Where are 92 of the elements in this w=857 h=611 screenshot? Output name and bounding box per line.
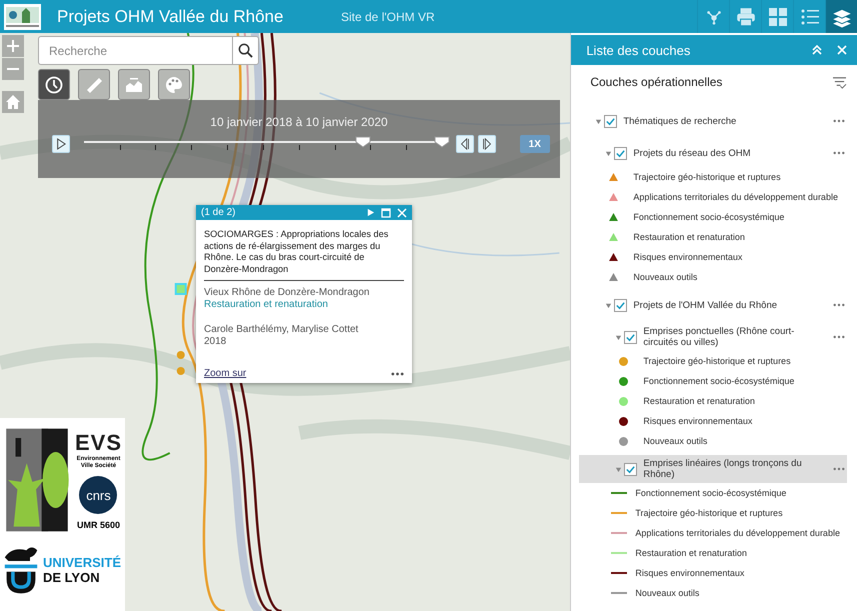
app-logo-icon	[4, 4, 41, 30]
layer-checkbox[interactable]	[624, 330, 638, 344]
profile-tool-button[interactable]	[118, 69, 150, 100]
plus-icon	[6, 39, 20, 53]
legend-label: Risques environnementaux	[635, 568, 744, 578]
home-icon	[5, 94, 21, 110]
previous-button[interactable]	[456, 135, 474, 153]
more-icon[interactable]	[391, 372, 404, 376]
caret-icon[interactable]	[595, 118, 602, 124]
slider-thumb[interactable]	[355, 135, 372, 147]
step-forward-icon	[480, 138, 493, 150]
grid-icon	[768, 6, 788, 26]
more-icon[interactable]	[833, 119, 845, 123]
legend-label: Fonctionnement socio-écosystémique	[633, 212, 784, 222]
list-icon	[800, 6, 820, 26]
legend-label: Restauration et renaturation	[643, 396, 755, 406]
legend-label: Restauration et renaturation	[635, 548, 747, 558]
close-icon[interactable]	[837, 45, 847, 55]
close-icon[interactable]	[397, 208, 407, 218]
more-icon[interactable]	[833, 335, 845, 339]
legend-label: Trajectoire géo-historique et ruptures	[643, 356, 791, 366]
popup-counter: (1 de 2)	[201, 207, 236, 218]
legend-label: Fonctionnement socio-écosystémique	[635, 488, 786, 498]
caret-icon[interactable]	[615, 334, 622, 340]
time-tool-button[interactable]	[38, 69, 70, 100]
legend-label: Nouveaux outils	[633, 272, 698, 282]
layer-row[interactable]: Emprises linéaires (longs tronçons du Rhône)	[579, 455, 847, 483]
zoom-out-button[interactable]	[2, 58, 24, 80]
evs-logo-text: EVS	[74, 430, 122, 456]
home-button[interactable]	[2, 91, 24, 113]
year-text: 2018	[204, 336, 228, 348]
legend-label: Restauration et renaturation	[633, 232, 745, 242]
legend-label: Fonctionnement socio-écosystémique	[643, 376, 794, 386]
legend-label: Trajectoire géo-historique et ruptures	[633, 172, 781, 182]
collapse-icon[interactable]	[811, 44, 823, 56]
clock-icon	[44, 74, 64, 94]
next-button[interactable]	[478, 135, 496, 153]
more-icon[interactable]	[833, 303, 845, 307]
layer-row[interactable]: Emprises ponctuelles (Rhône court-circuités ou villes)	[579, 323, 847, 351]
search-button[interactable]	[232, 36, 259, 65]
caret-icon[interactable]	[615, 466, 622, 472]
filter-list-icon[interactable]	[832, 76, 847, 88]
search-field[interactable]: Recherche	[38, 36, 232, 65]
app-title: Projets OHM Vallée du Rhône	[57, 6, 284, 26]
palette-icon	[164, 74, 184, 94]
university-city: DE LYON	[43, 570, 100, 585]
layer-checkbox[interactable]	[624, 462, 638, 476]
slider-thumb[interactable]	[434, 135, 450, 147]
more-icon[interactable]	[833, 467, 845, 471]
more-icon[interactable]	[833, 151, 845, 155]
maximize-icon[interactable]	[381, 208, 391, 218]
next-feature-icon[interactable]	[366, 208, 375, 217]
panel-title: Liste des couches	[586, 42, 690, 58]
authors-text: Carole Barthélémy, Marylise Cottet	[204, 324, 360, 336]
layer-checkbox[interactable]	[604, 114, 618, 128]
layer-name: Projets de l'OHM Vallée du Rhône	[633, 300, 778, 310]
layer-name: Thématiques de recherche	[623, 116, 738, 126]
legend-label: Risques environnementaux	[643, 416, 752, 426]
umr-label: UMR 5600	[76, 520, 120, 530]
layer-checkbox[interactable]	[614, 298, 628, 312]
palette-tool-button[interactable]	[158, 69, 190, 100]
legend-label: Risques environnementaux	[633, 252, 742, 262]
zoom-link[interactable]: Zoom sur	[204, 368, 246, 379]
section-heading: Couches opérationnelles	[590, 75, 722, 89]
zoom-in-button[interactable]	[2, 35, 24, 57]
caret-icon[interactable]	[605, 302, 612, 308]
caret-icon[interactable]	[605, 150, 612, 156]
printer-icon	[734, 6, 756, 28]
search-icon	[238, 43, 253, 58]
layer-row[interactable]: Projets du réseau des OHM	[579, 139, 847, 167]
legend-label: Applications territoriales du développement durable	[633, 192, 838, 202]
layer-row[interactable]: Thématiques de recherche	[579, 107, 847, 135]
layer-row[interactable]: Projets de l'OHM Vallée du Rhône	[579, 291, 847, 319]
step-back-icon	[459, 138, 471, 150]
layer-checkbox[interactable]	[614, 146, 628, 160]
layer-name: Projets du réseau des OHM	[633, 148, 752, 158]
place-name: Vieux Rhône de Donzère-Mondragon	[204, 287, 370, 299]
legend-label: Trajectoire géo-historique et ruptures	[635, 508, 783, 518]
layers-tool-button[interactable]	[825, 0, 857, 33]
university-name: UNIVERSITÉ	[43, 555, 122, 570]
legend-label: Applications territoriales du développement durable	[635, 528, 840, 538]
play-button[interactable]	[52, 135, 70, 153]
time-range-label: 10 janvier 2018 à 10 janvier 2020	[210, 115, 388, 129]
layer-name: Emprises ponctuelles (Rhône court-circuités ou villes)	[643, 326, 796, 348]
play-icon	[56, 138, 66, 150]
theme-label: Restauration et renaturation	[204, 299, 329, 311]
legend-label: Nouveaux outils	[635, 588, 700, 598]
layer-name: Emprises linéaires (longs tronçons du Rhône)	[643, 458, 803, 480]
cnrs-logo: cnrs	[79, 476, 118, 514]
popup-title: SOCIOMARGES : Appropriations locales des actions de ré-élargissement des marges du Rhône. Le cas du bras court-circuité de Donzère-Mondragon	[204, 229, 404, 281]
measure-tool-button[interactable]	[78, 69, 110, 100]
legend-label: Nouveaux outils	[643, 436, 708, 446]
